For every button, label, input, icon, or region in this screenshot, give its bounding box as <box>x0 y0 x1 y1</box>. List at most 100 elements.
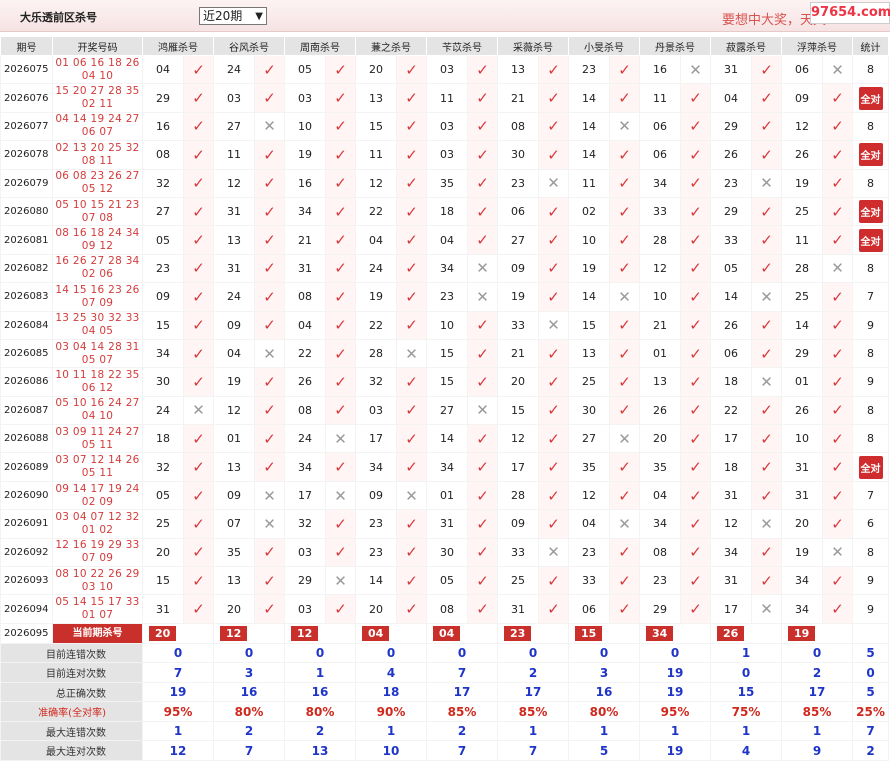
check-icon: ✓ <box>325 253 356 284</box>
draw-numbers-cell: 15 20 27 28 35 02 11 <box>52 83 143 113</box>
all-correct-badge: 全对 <box>858 143 883 167</box>
kill-number-cell: 12 <box>781 111 823 142</box>
kill-number-cell: 14 <box>568 83 610 113</box>
back-numbers: 01 07 <box>81 609 114 622</box>
kill-number-cell: 09 <box>213 310 255 340</box>
kill-number-cell: 20 <box>213 594 255 624</box>
kill-number-cell: 18 <box>710 367 752 397</box>
summary-label: 总正确次数 <box>0 681 143 703</box>
back-numbers: 07 09 <box>81 552 114 565</box>
check-icon: ✓ <box>396 566 427 596</box>
check-icon: ✓ <box>396 282 427 312</box>
kill-number-cell: 19 <box>213 367 255 397</box>
kill-number-cell: 11 <box>213 140 255 170</box>
kill-number-cell: 11 <box>639 83 681 113</box>
kill-number-cell: 01 <box>781 367 823 397</box>
check-icon: ✓ <box>822 509 853 539</box>
front-numbers: 10 11 18 22 35 <box>55 368 140 381</box>
kill-number-cell: 26 <box>639 395 681 426</box>
kill-number-cell: 13 <box>213 225 255 255</box>
back-numbers: 05 11 <box>81 438 114 451</box>
kill-number-cell: 06 <box>710 338 752 369</box>
current-kill-cell: 20 <box>142 622 214 644</box>
cross-icon: ✕ <box>254 338 285 369</box>
summary-value: 7 <box>213 740 285 761</box>
kill-number-cell: 22 <box>355 196 397 227</box>
period-select[interactable]: 近20期 ▼ <box>199 7 267 25</box>
summary-value: 4 <box>355 662 427 683</box>
row-stat-cell: 全对 <box>852 225 889 255</box>
period-cell: 2026094 <box>0 594 53 624</box>
front-numbers: 09 14 17 19 24 <box>55 482 140 495</box>
check-icon: ✓ <box>609 54 640 85</box>
kill-number-cell: 27 <box>497 225 539 255</box>
kill-number-cell: 29 <box>781 338 823 369</box>
current-kill-cell: 12 <box>213 622 285 644</box>
check-icon: ✓ <box>254 83 285 113</box>
cross-icon: ✕ <box>254 111 285 142</box>
kill-number-cell: 31 <box>497 594 539 624</box>
kill-number-cell: 31 <box>213 196 255 227</box>
check-icon: ✓ <box>183 566 214 596</box>
summary-row: 总正确次数 19 16 16 18 17 17 16 19 15 17 5 <box>0 681 889 703</box>
check-icon: ✓ <box>538 424 569 454</box>
column-header: 统计 <box>852 36 889 56</box>
kill-number-cell: 21 <box>497 338 539 369</box>
table-row: 2026079 06 08 23 26 27 05 12 32 ✓ 12 ✓ 16 ✓ 12 ✓ 35… <box>0 168 889 198</box>
check-icon: ✓ <box>325 168 356 198</box>
summary-value: 13 <box>284 740 356 761</box>
cross-icon: ✕ <box>183 395 214 426</box>
cross-icon: ✕ <box>609 282 640 312</box>
summary-value: 80% <box>213 701 285 722</box>
check-icon: ✓ <box>751 338 782 369</box>
kill-number-cell: 21 <box>497 83 539 113</box>
kill-number-cell: 01 <box>213 424 255 454</box>
check-icon: ✓ <box>325 83 356 113</box>
check-icon: ✓ <box>325 537 356 568</box>
period-cell: 2026086 <box>0 367 53 397</box>
kill-number-cell: 05 <box>710 253 752 284</box>
current-label-cell: 当前期杀号 <box>52 622 143 644</box>
kill-number-cell: 04 <box>284 310 326 340</box>
kill-number-cell: 03 <box>284 537 326 568</box>
kill-number-cell: 24 <box>355 253 397 284</box>
check-icon: ✓ <box>751 140 782 170</box>
check-icon: ✓ <box>254 196 285 227</box>
row-stat-cell: 全对 <box>852 140 889 170</box>
current-kill-number: 12 <box>220 625 248 641</box>
cross-icon: ✕ <box>822 54 853 85</box>
check-icon: ✓ <box>680 140 711 170</box>
summary-value: 1 <box>710 720 782 742</box>
draw-numbers-cell: 08 10 22 26 29 03 10 <box>52 566 143 596</box>
check-icon: ✓ <box>254 566 285 596</box>
table-row: 2026094 05 14 15 17 33 01 07 31 ✓ 20 ✓ 03 ✓ 20 ✓ 08… <box>0 594 889 624</box>
check-icon: ✓ <box>254 168 285 198</box>
check-icon: ✓ <box>183 594 214 624</box>
front-numbers: 08 16 18 24 34 <box>55 227 140 240</box>
front-numbers: 03 04 14 28 31 <box>55 340 140 353</box>
back-numbers: 07 09 <box>81 296 114 309</box>
check-icon: ✓ <box>822 225 853 255</box>
summary-value: 1 <box>355 720 427 742</box>
check-icon: ✓ <box>396 367 427 397</box>
check-icon: ✓ <box>538 282 569 312</box>
check-icon: ✓ <box>822 282 853 312</box>
cross-icon: ✕ <box>467 282 498 312</box>
table-header-row: 期号 开奖号码 鸿雁杀号 谷风杀号 周南杀号 蒹之杀号 苄苡杀号 采薇杀号 小旻杀号 丹景杀号 菽露… <box>0 36 889 56</box>
check-icon: ✓ <box>467 111 498 142</box>
check-icon: ✓ <box>751 225 782 255</box>
row-stat-cell: 8 <box>852 168 889 198</box>
check-icon: ✓ <box>538 225 569 255</box>
check-icon: ✓ <box>467 367 498 397</box>
check-icon: ✓ <box>183 253 214 284</box>
current-kill-cell: 04 <box>426 622 498 644</box>
kill-number-cell: 10 <box>781 424 823 454</box>
check-icon: ✓ <box>183 338 214 369</box>
check-icon: ✓ <box>538 566 569 596</box>
front-numbers: 05 10 15 21 23 <box>55 198 140 211</box>
kill-number-cell: 05 <box>142 480 184 511</box>
check-icon: ✓ <box>538 509 569 539</box>
kill-number-cell: 03 <box>284 83 326 113</box>
kill-number-cell: 17 <box>355 424 397 454</box>
kill-number-cell: 26 <box>781 140 823 170</box>
